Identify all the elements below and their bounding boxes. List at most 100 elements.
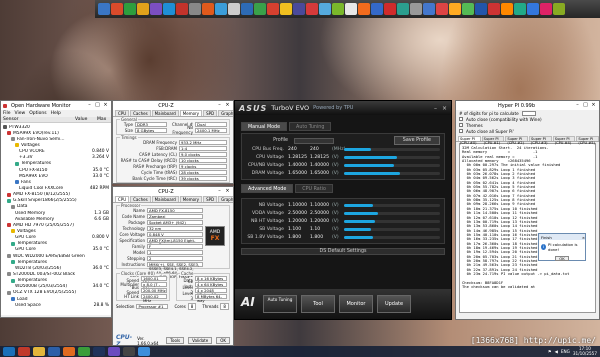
ok-button[interactable]: OK [216,337,230,344]
menu-help[interactable]: Help [51,111,61,116]
app-21-icon[interactable] [358,3,370,15]
app-1-icon[interactable] [98,3,110,15]
tools-button[interactable]: Tools [166,337,185,344]
turbov-task-icon[interactable] [123,347,135,356]
tv-slider[interactable] [344,155,440,159]
app-19-icon[interactable] [332,3,344,15]
auto-close-all-checkbox[interactable] [459,129,463,133]
tab-graphics[interactable]: Graphics [218,196,233,202]
validate-button[interactable]: Validate [188,337,213,344]
app-18-icon[interactable] [319,3,331,15]
selection-dropdown[interactable]: Processor #1 [136,303,169,309]
language-indicator[interactable]: ENG [561,349,570,354]
sensor-row[interactable]: +3.3V 3.264 V [3,155,109,161]
app-33-icon[interactable] [514,3,526,15]
minimize-icon[interactable]: – [216,102,223,109]
tab-cpu[interactable]: CPU [115,196,130,202]
app-22-icon[interactable] [371,3,383,15]
app-27-icon[interactable] [436,3,448,15]
col-sensor[interactable]: Sensor [3,117,75,122]
app-35-icon[interactable] [540,3,552,15]
hyperpi-task-icon[interactable] [138,347,150,356]
app-26-icon[interactable] [423,3,435,15]
close-icon[interactable]: × [442,105,447,112]
photoshop-task-icon[interactable] [93,347,105,356]
tv-slider[interactable] [344,227,440,231]
app-23-icon[interactable] [384,3,396,15]
sensor-row[interactable]: Available Memory 6.6 GB [3,216,109,222]
tab-super-pi-cpu-2-[interactable]: Super PI (CPU #2) [505,136,529,145]
tab-mainboard[interactable]: Mainboard [151,110,179,116]
close-icon[interactable]: × [224,102,231,109]
app-25-icon[interactable] [410,3,422,15]
app-29-icon[interactable] [462,3,474,15]
tab-cpu-ratio[interactable]: CPU Ratio [295,184,333,193]
tool-button[interactable]: Tool [301,295,335,313]
sensor-row[interactable]: Liquid Cool FXXCore 482 RPM [3,185,109,191]
tab-caches[interactable]: Caches [130,110,151,116]
tab-memory[interactable]: Memory [179,196,203,202]
save-profile-button[interactable]: Save Profile [393,136,440,145]
ds-default-settings-button[interactable]: DS Default Settings [241,248,445,255]
start-icon[interactable] [3,347,15,356]
app-28-icon[interactable] [449,3,461,15]
app-7-icon[interactable] [176,3,188,15]
tv-slider[interactable] [344,203,440,207]
flag-icon[interactable]: ⚑ [548,349,552,354]
maximize-icon[interactable]: □ [582,102,589,109]
app-17-icon[interactable] [306,3,318,15]
app-15-icon[interactable] [280,3,292,15]
tab-spd[interactable]: SPD [203,196,218,202]
profile-dropdown[interactable] [294,137,334,144]
chrome-task-icon[interactable] [78,347,90,356]
tab-super-pi-cpu-4-[interactable]: Super PI (CPU #4) [552,136,576,145]
app-30-icon[interactable] [475,3,487,15]
app-9-icon[interactable] [202,3,214,15]
minimize-icon[interactable]: – [434,105,437,112]
app-16-icon[interactable] [293,3,305,15]
sensor-row[interactable]: GPU Core 35.0 °C [3,247,109,253]
app-2-icon[interactable] [111,3,123,15]
word-task-icon[interactable] [48,347,60,356]
app-3-icon[interactable] [124,3,136,15]
sensor-row[interactable]: WD5000B (25/03/2554) 34.0 °C [3,284,109,290]
minimize-icon[interactable]: – [86,102,93,109]
tv-slider[interactable] [344,219,440,223]
minimize-icon[interactable]: – [216,188,223,195]
digits-dropdown[interactable] [521,110,536,116]
app-10-icon[interactable] [215,3,227,15]
minimize-icon[interactable]: – [574,102,581,109]
tab-caches[interactable]: Caches [130,196,151,202]
tab-super-pi-cpu-3-[interactable]: Super PI (CPU #3) [529,136,552,145]
tab-super-pi-cpu-1-[interactable]: Super PI (CPU #1) [481,136,505,145]
col-value[interactable]: Value [75,117,97,122]
sensor-row[interactable]: Used Space 28.8 % [3,302,109,308]
themes-checkbox[interactable] [459,123,463,127]
app-36-icon[interactable] [553,3,565,15]
sensor-row[interactable]: CPU VCORE 0.840 V [3,149,109,155]
sensor-row[interactable]: Used Memory 1.3 GB [3,210,109,216]
menu-view[interactable]: View [15,111,26,116]
tab-cpu[interactable]: CPU [115,110,130,116]
tab-mainboard[interactable]: Mainboard [151,196,179,202]
close-icon[interactable]: × [224,188,231,195]
app-5-icon[interactable] [150,3,162,15]
app-14-icon[interactable] [267,3,279,15]
close-icon[interactable]: × [590,102,597,109]
app-24-icon[interactable] [397,3,409,15]
app-12-icon[interactable] [241,3,253,15]
col-max[interactable]: Max [97,117,111,122]
tab-manual-mode[interactable]: Manual Mode [241,122,288,131]
auto-tuning-button[interactable]: Auto Tuning [263,295,297,313]
tv-slider[interactable] [344,171,440,175]
clock[interactable]: 17:10 31/10/2557 [573,347,597,356]
cpuz-task-icon[interactable] [108,347,120,356]
tv-slider[interactable] [344,235,440,239]
explorer-task-icon[interactable] [33,347,45,356]
auto-close-checkbox[interactable] [459,117,463,121]
menu-file[interactable]: File [3,111,11,116]
tab-graphics[interactable]: Graphics [218,110,233,116]
app-34-icon[interactable] [527,3,539,15]
app-32-icon[interactable] [501,3,513,15]
volume-icon[interactable]: ◀ [555,349,558,354]
